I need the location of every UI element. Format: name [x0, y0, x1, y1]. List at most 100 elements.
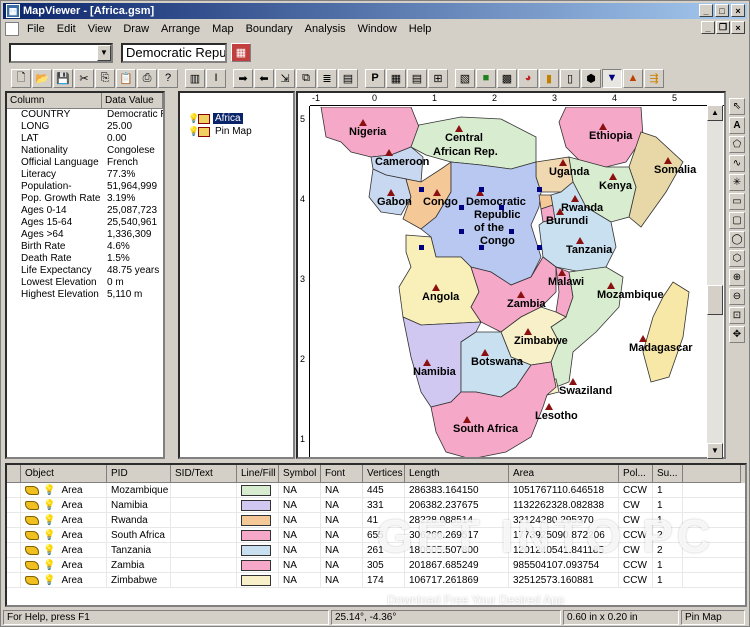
pointer-icon[interactable]: ⇖ — [729, 98, 745, 115]
combine-icon[interactable]: ⧉ — [296, 68, 316, 88]
data-panel-row[interactable]: Pop. Growth Rate 3.19% — [7, 193, 163, 205]
layers-icon[interactable]: ≣ — [317, 68, 337, 88]
help-cursor-icon[interactable]: ? — [158, 68, 178, 88]
header-pid[interactable]: PID — [107, 465, 171, 483]
document-icon[interactable] — [5, 22, 19, 36]
network-icon[interactable]: ⊞ — [428, 68, 448, 88]
data-panel-row[interactable]: LAT 0.00 — [7, 133, 163, 145]
header-font[interactable]: Font — [321, 465, 363, 483]
africa-map[interactable]: Nigeria Central African Rep. Ethiopia Somali… — [311, 107, 721, 459]
minimize-button[interactable]: _ — [699, 4, 713, 17]
header-line-fill[interactable]: Line/Fill — [237, 465, 279, 483]
field-value[interactable]: Democratic R — [102, 109, 163, 121]
header-area[interactable]: Area — [509, 465, 619, 483]
bulb-icon[interactable]: 💡 — [43, 545, 55, 556]
cell-line-fill[interactable] — [237, 498, 279, 512]
table-row[interactable]: 💡 Area Tanzania NA NA 261 180605.507800 1201240… — [7, 543, 745, 558]
selection-handle[interactable] — [537, 187, 542, 192]
chevron-down-icon[interactable]: ▼ — [97, 45, 111, 61]
reshape-tool-icon[interactable]: ⬡ — [729, 250, 745, 267]
fill-swatch[interactable] — [241, 574, 271, 586]
print-icon[interactable]: ⎙ — [137, 68, 157, 88]
lightbulb-icon[interactable]: 💡 — [188, 127, 199, 136]
bulb-icon[interactable]: 💡 — [43, 530, 55, 541]
rectangle-tool-icon[interactable]: ▭ — [729, 193, 745, 210]
tree-item-africa[interactable]: 💡 Africa — [188, 113, 243, 124]
bar-chart-icon[interactable]: ▮ — [539, 68, 559, 88]
field-value[interactable]: Congolese — [102, 145, 163, 157]
cell-line-fill[interactable] — [237, 558, 279, 572]
prism-map-icon[interactable]: ▲ — [623, 68, 643, 88]
object-name-field[interactable]: Democratic Repub — [121, 43, 227, 63]
zoom-rect-icon[interactable]: ⊡ — [729, 307, 745, 324]
mdi-close-button[interactable]: × — [731, 21, 745, 34]
field-value[interactable]: 3.19% — [102, 193, 163, 205]
field-value[interactable]: 48.75 years — [102, 265, 163, 277]
field-value[interactable]: 25,540,961 — [102, 217, 163, 229]
info-icon[interactable]: I — [206, 68, 226, 88]
menu-window[interactable]: Window — [352, 23, 403, 35]
menu-arrange[interactable]: Arrange — [155, 23, 206, 35]
table-icon[interactable]: ▤ — [407, 68, 427, 88]
property-p-icon[interactable]: P — [365, 68, 385, 88]
grid-icon[interactable]: ▦ — [386, 68, 406, 88]
menu-map[interactable]: Map — [206, 23, 239, 35]
data-panel-row[interactable]: Birth Rate 4.6% — [7, 241, 163, 253]
copy-icon[interactable]: ⎘ — [95, 68, 115, 88]
data-panel-row[interactable]: COUNTRY Democratic R — [7, 109, 163, 121]
fill-swatch[interactable] — [241, 484, 271, 496]
header-pol[interactable]: Pol... — [619, 465, 653, 483]
close-button[interactable]: × — [731, 4, 745, 17]
field-value[interactable]: 4.6% — [102, 241, 163, 253]
field-value[interactable]: French — [102, 157, 163, 169]
cell-line-fill[interactable] — [237, 528, 279, 542]
header-length[interactable]: Length — [405, 465, 509, 483]
zoom-in-icon[interactable]: ⊕ — [729, 269, 745, 286]
pin-map-icon[interactable]: ▼ — [602, 68, 622, 88]
hatch-map-icon[interactable]: ▩ — [497, 68, 517, 88]
field-value[interactable]: 51,964,999 — [102, 181, 163, 193]
pan-icon[interactable]: ✥ — [729, 326, 745, 343]
table-row[interactable]: 💡 Area Namibia NA NA 331 206382.237675 11322623… — [7, 498, 745, 513]
map-vertical-scrollbar[interactable]: ▲ ▼ — [707, 105, 723, 459]
selection-handle[interactable] — [459, 205, 464, 210]
selection-handle[interactable] — [419, 245, 424, 250]
data-panel-row[interactable]: Nationality Congolese — [7, 145, 163, 157]
fill-swatch[interactable] — [241, 529, 271, 541]
polygon-tool-icon[interactable]: ⬠ — [729, 136, 745, 153]
data-panel-row[interactable]: Official Language French — [7, 157, 163, 169]
field-value[interactable]: 25,087,723 — [102, 205, 163, 217]
cell-line-fill[interactable] — [237, 543, 279, 557]
symbol-tool-icon[interactable]: ✳ — [729, 174, 745, 191]
lightbulb-icon[interactable]: 💡 — [188, 114, 199, 123]
mdi-minimize-button[interactable]: _ — [701, 21, 715, 34]
table-row[interactable]: 💡 Area Rwanda NA NA 41 28228.088514 32124280.29… — [7, 513, 745, 528]
fill-swatch[interactable] — [241, 499, 271, 511]
arrow-left-icon[interactable]: ⬅ — [254, 68, 274, 88]
header-object[interactable]: Object — [21, 465, 107, 483]
mdi-restore-button[interactable]: ❐ — [716, 21, 730, 34]
data-panel-row[interactable]: Highest Elevation 5,110 m — [7, 289, 163, 301]
data-panel-row[interactable]: Ages 0-14 25,087,723 — [7, 205, 163, 217]
menu-help[interactable]: Help — [403, 23, 438, 35]
cell-line-fill[interactable] — [237, 483, 279, 497]
layer-select[interactable]: ▼ — [9, 43, 113, 63]
selection-handle[interactable] — [419, 187, 424, 192]
rounded-rect-tool-icon[interactable]: ▢ — [729, 212, 745, 229]
color-map-icon[interactable]: ■ — [476, 68, 496, 88]
fill-swatch[interactable] — [241, 559, 271, 571]
data-panel-row[interactable]: Death Rate 1.5% — [7, 253, 163, 265]
field-value[interactable]: 0 m — [102, 277, 163, 289]
menu-analysis[interactable]: Analysis — [299, 23, 352, 35]
field-value[interactable]: 0.00 — [102, 133, 163, 145]
zoom-out-icon[interactable]: ⊖ — [729, 288, 745, 305]
cut-icon[interactable]: ✂ — [74, 68, 94, 88]
menu-edit[interactable]: Edit — [51, 23, 82, 35]
symbol-map-icon[interactable]: ⬢ — [581, 68, 601, 88]
move-icon[interactable]: ⇲ — [275, 68, 295, 88]
table-row[interactable]: 💡 Area South Africa NA NA 655 306266.269517 177… — [7, 528, 745, 543]
new-icon[interactable]: 🗋 — [11, 68, 31, 88]
stack-icon[interactable]: ▤ — [338, 68, 358, 88]
field-value[interactable]: 77.3% — [102, 169, 163, 181]
save-icon[interactable]: 💾 — [53, 68, 73, 88]
